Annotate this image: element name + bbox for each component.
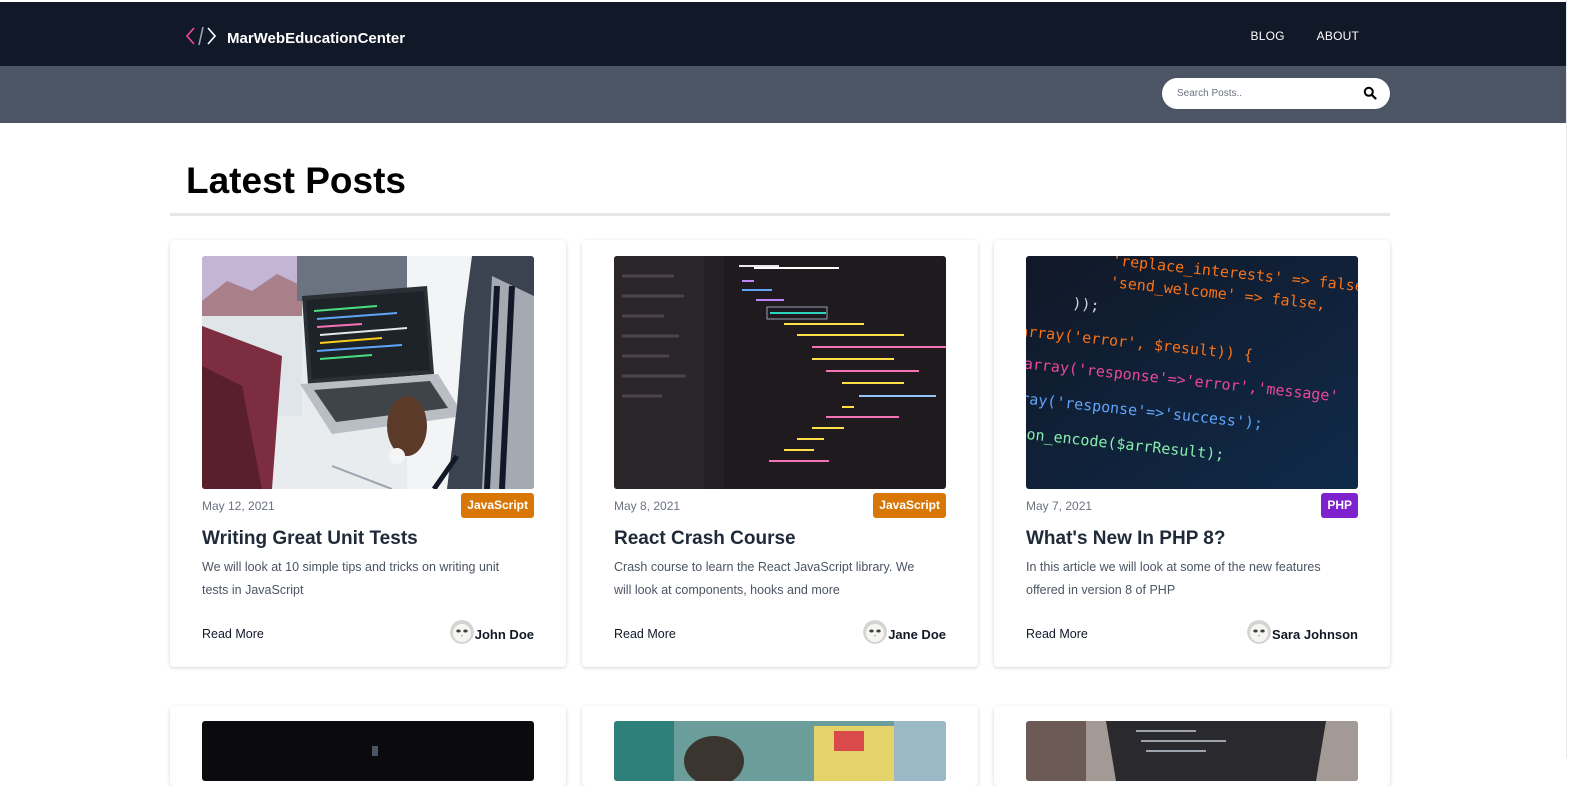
post-title[interactable]: What's New In PHP 8?: [1026, 526, 1225, 552]
read-more-link[interactable]: Read More: [202, 627, 264, 641]
post-thumbnail-react-code[interactable]: [614, 256, 946, 489]
site-name[interactable]: MarWebEducationCenter: [227, 27, 405, 51]
post-title[interactable]: React Crash Course: [614, 526, 796, 552]
post-date: May 8, 2021: [614, 499, 681, 513]
post-thumbnail[interactable]: [1026, 721, 1358, 781]
top-navbar: MarWebEducationCenter BLOG ABOUT: [0, 2, 1566, 66]
post-thumbnail[interactable]: [614, 721, 946, 781]
nav-blog-link[interactable]: BLOG: [1251, 28, 1285, 44]
avatar: [863, 620, 888, 644]
nav-about-link[interactable]: ABOUT: [1317, 28, 1359, 44]
search-input[interactable]: [1177, 88, 1347, 99]
post-card: [994, 706, 1390, 786]
category-tag[interactable]: JavaScript: [461, 493, 534, 518]
post-card: [582, 706, 978, 786]
category-tag[interactable]: PHP: [1321, 493, 1358, 518]
category-tag[interactable]: JavaScript: [873, 493, 946, 518]
post-title[interactable]: Writing Great Unit Tests: [202, 526, 418, 552]
post-author: Jane Doe: [863, 620, 946, 644]
avatar: [449, 620, 474, 644]
post-thumbnail-laptop[interactable]: [202, 256, 534, 489]
post-card: May 12, 2021 JavaScript Writing Great Un…: [170, 240, 566, 667]
main-nav: BLOG ABOUT: [1251, 28, 1360, 44]
search-icon[interactable]: [1363, 86, 1377, 100]
search-box: [1162, 78, 1390, 109]
post-card: [170, 706, 566, 786]
heading-divider: [170, 213, 1390, 216]
page-title: Latest Posts: [186, 160, 407, 201]
post-card: May 8, 2021 JavaScript React Crash Cours…: [582, 240, 978, 667]
page-scrollbar[interactable]: [1566, 0, 1579, 758]
post-author: John Doe: [449, 620, 534, 644]
post-author: Sara Johnson: [1247, 620, 1358, 644]
post-excerpt: We will look at 10 simple tips and trick…: [202, 560, 500, 597]
post-date: May 7, 2021: [1026, 499, 1093, 513]
code-line: ));: [1072, 294, 1101, 315]
site-logo[interactable]: MarWebEducationCenter: [185, 24, 405, 53]
author-name: Sara Johnson: [1272, 627, 1358, 642]
post-card: 'replace_interests' => false, 'send_welc…: [994, 240, 1390, 667]
post-excerpt: Crash course to learn the React JavaScri…: [614, 560, 915, 597]
post-excerpt: In this article we will look at some of …: [1026, 560, 1321, 597]
post-thumbnail[interactable]: [202, 721, 534, 781]
post-date: May 12, 2021: [202, 499, 275, 513]
read-more-link[interactable]: Read More: [1026, 627, 1088, 641]
read-more-link[interactable]: Read More: [614, 627, 676, 641]
avatar: [1247, 620, 1272, 644]
search-bar-strip: [0, 66, 1566, 123]
author-name: John Doe: [474, 627, 534, 642]
code-brackets-icon: [185, 24, 217, 53]
author-name: Jane Doe: [888, 627, 946, 642]
post-thumbnail-php-code[interactable]: 'replace_interests' => false, 'send_welc…: [1026, 256, 1358, 489]
